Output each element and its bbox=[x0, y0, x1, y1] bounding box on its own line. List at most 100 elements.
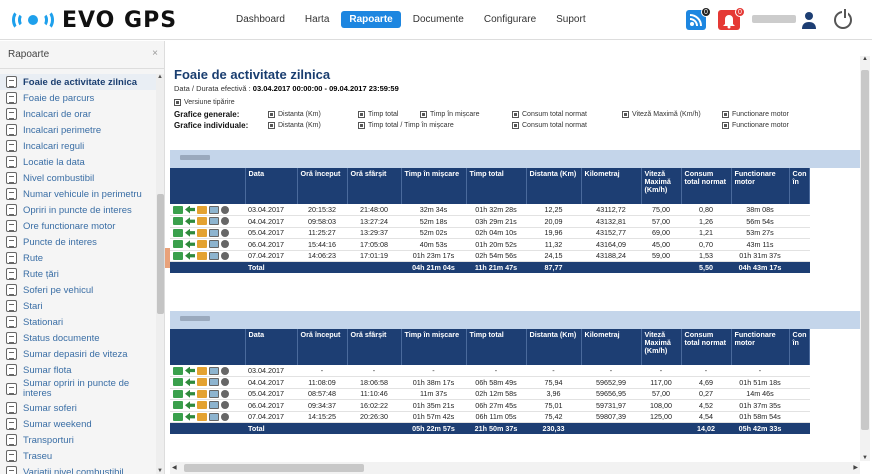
checkbox[interactable] bbox=[268, 111, 275, 118]
scroll-up-icon[interactable]: ▲ bbox=[157, 74, 163, 80]
nav-harta[interactable]: Harta bbox=[297, 11, 337, 28]
map-icon[interactable] bbox=[209, 366, 219, 375]
sidebar-item-stari[interactable]: Stari bbox=[0, 298, 156, 314]
general-opt-consum[interactable]: Consum total normat bbox=[512, 111, 587, 118]
sidebar-item-sumar-opriri-in-puncte-de-interes[interactable]: Sumar opriri in puncte de interes bbox=[0, 378, 156, 400]
route-arrow-icon[interactable] bbox=[185, 251, 195, 260]
column-header-ora-inceput[interactable]: Oră început bbox=[297, 168, 348, 204]
individual-opt-distanta[interactable]: Distanta (Km) bbox=[268, 122, 321, 129]
sidebar-item-nivel-combustibil[interactable]: Nivel combustibil bbox=[0, 170, 156, 186]
user-icon[interactable] bbox=[802, 11, 816, 29]
checkbox[interactable] bbox=[268, 122, 275, 129]
scroll-down-icon[interactable]: ▼ bbox=[157, 468, 163, 474]
sidebar-item-sumar-weekend[interactable]: Sumar weekend bbox=[0, 416, 156, 432]
checkbox[interactable] bbox=[622, 111, 629, 118]
sidebar-item-sumar-flota[interactable]: Sumar flota bbox=[0, 362, 156, 378]
individual-opt-consum[interactable]: Consum total normat bbox=[512, 122, 587, 129]
chart-icon[interactable] bbox=[173, 251, 183, 260]
sidebar-item-incalcari-reguli[interactable]: Incalcari reguli bbox=[0, 138, 156, 154]
gear-icon[interactable] bbox=[221, 366, 229, 375]
sidebar-item-soferi-pe-vehicul[interactable]: Soferi pe vehicul bbox=[0, 282, 156, 298]
chart-icon[interactable] bbox=[173, 366, 183, 375]
sidebar-item-sumar-soferi[interactable]: Sumar soferi bbox=[0, 400, 156, 416]
chart-icon[interactable] bbox=[173, 389, 183, 398]
main-horizontal-scrollbar[interactable]: ◀ ▶ bbox=[170, 462, 860, 474]
route-arrow-icon[interactable] bbox=[185, 401, 195, 410]
map-icon[interactable] bbox=[209, 389, 219, 398]
column-header-data[interactable]: Data bbox=[245, 329, 298, 365]
column-header-consum[interactable]: Consum total normat bbox=[681, 329, 732, 365]
column-header-distanta[interactable]: Distanta (Km) bbox=[526, 329, 582, 365]
map-icon[interactable] bbox=[209, 378, 219, 387]
sidebar-item-puncte-de-interes[interactable]: Puncte de interes bbox=[0, 234, 156, 250]
general-opt-distanta[interactable]: Distanta (Km) bbox=[268, 111, 321, 118]
map-icon[interactable] bbox=[209, 401, 219, 410]
individual-opt-motor[interactable]: Functionare motor bbox=[722, 122, 789, 129]
checkbox[interactable] bbox=[358, 111, 365, 118]
gear-icon[interactable] bbox=[221, 389, 229, 398]
sidebar-scrollbar[interactable]: ▲ ▼ bbox=[156, 74, 164, 474]
folder-icon[interactable] bbox=[197, 240, 207, 249]
scroll-down-icon[interactable]: ▼ bbox=[862, 455, 868, 461]
gear-icon[interactable] bbox=[221, 401, 229, 410]
checkbox[interactable] bbox=[420, 111, 427, 118]
folder-icon[interactable] bbox=[197, 389, 207, 398]
chart-icon[interactable] bbox=[173, 228, 183, 237]
route-arrow-icon[interactable] bbox=[185, 378, 195, 387]
checkbox[interactable] bbox=[722, 122, 729, 129]
gear-icon[interactable] bbox=[221, 228, 229, 237]
column-header-consum-in[interactable]: Con în bbox=[789, 168, 811, 204]
sidebar-item-rute[interactable]: Rute bbox=[0, 250, 156, 266]
checkbox[interactable] bbox=[358, 122, 365, 129]
sidebar-item-numar-vehicule-in-perimetru[interactable]: Numar vehicule in perimetru bbox=[0, 186, 156, 202]
sidebar-item-stationari[interactable]: Stationari bbox=[0, 314, 156, 330]
route-arrow-icon[interactable] bbox=[185, 205, 195, 214]
folder-icon[interactable] bbox=[197, 217, 207, 226]
sidebar-item-opriri-in-puncte-de-interes[interactable]: Opriri in puncte de interes bbox=[0, 202, 156, 218]
chart-icon[interactable] bbox=[173, 205, 183, 214]
route-arrow-icon[interactable] bbox=[185, 240, 195, 249]
column-header-timp-total[interactable]: Timp total bbox=[466, 168, 527, 204]
column-header-functionare-motor[interactable]: Functionare motor bbox=[731, 329, 790, 365]
route-arrow-icon[interactable] bbox=[185, 217, 195, 226]
nav-suport[interactable]: Suport bbox=[548, 11, 593, 28]
route-arrow-icon[interactable] bbox=[185, 366, 195, 375]
column-header-distanta[interactable]: Distanta (Km) bbox=[526, 168, 582, 204]
folder-icon[interactable] bbox=[197, 228, 207, 237]
sidebar-item-foaie-de-parcurs[interactable]: Foaie de parcurs bbox=[0, 90, 156, 106]
print-version-option[interactable]: Versiune tipărire bbox=[174, 99, 235, 106]
nav-configurare[interactable]: Configurare bbox=[476, 11, 544, 28]
checkbox[interactable] bbox=[512, 111, 519, 118]
sidebar-item-incalcari-perimetre[interactable]: Incalcari perimetre bbox=[0, 122, 156, 138]
column-header-data[interactable]: Data bbox=[245, 168, 298, 204]
scroll-right-icon[interactable]: ▶ bbox=[853, 464, 858, 471]
sidebar-item-variatii-nivel-combustibil[interactable]: Variatii nivel combustibil bbox=[0, 464, 156, 474]
nav-documente[interactable]: Documente bbox=[405, 11, 472, 28]
nav-rapoarte[interactable]: Rapoarte bbox=[341, 11, 401, 28]
column-header-consum-in[interactable]: Con în bbox=[789, 329, 811, 365]
column-header-ora-sfarsit[interactable]: Oră sfârșit bbox=[347, 329, 402, 365]
scroll-thumb[interactable] bbox=[184, 464, 364, 472]
general-opt-viteza[interactable]: Viteză Maximă (Km/h) bbox=[622, 111, 701, 118]
bell-icon[interactable]: 0 bbox=[718, 7, 745, 30]
gear-icon[interactable] bbox=[221, 251, 229, 260]
column-header-functionare-motor[interactable]: Functionare motor bbox=[731, 168, 790, 204]
map-icon[interactable] bbox=[209, 240, 219, 249]
logo[interactable]: EVO GPS bbox=[12, 6, 177, 34]
general-opt-motor[interactable]: Functionare motor bbox=[722, 111, 789, 118]
chart-icon[interactable] bbox=[173, 378, 183, 387]
column-header-kilometraj[interactable]: Kilometraj bbox=[581, 168, 642, 204]
scroll-thumb[interactable] bbox=[861, 70, 869, 430]
nav-dashboard[interactable]: Dashboard bbox=[228, 11, 293, 28]
checkbox[interactable] bbox=[512, 122, 519, 129]
column-header-ora-inceput[interactable]: Oră început bbox=[297, 329, 348, 365]
map-icon[interactable] bbox=[209, 228, 219, 237]
folder-icon[interactable] bbox=[197, 205, 207, 214]
map-icon[interactable] bbox=[209, 412, 219, 421]
gear-icon[interactable] bbox=[221, 378, 229, 387]
column-header-timp-miscare[interactable]: Timp în mișcare bbox=[401, 168, 467, 204]
gear-icon[interactable] bbox=[221, 217, 229, 226]
column-header-ora-sfarsit[interactable]: Oră sfârșit bbox=[347, 168, 402, 204]
route-arrow-icon[interactable] bbox=[185, 389, 195, 398]
scroll-left-icon[interactable]: ◀ bbox=[172, 464, 177, 471]
